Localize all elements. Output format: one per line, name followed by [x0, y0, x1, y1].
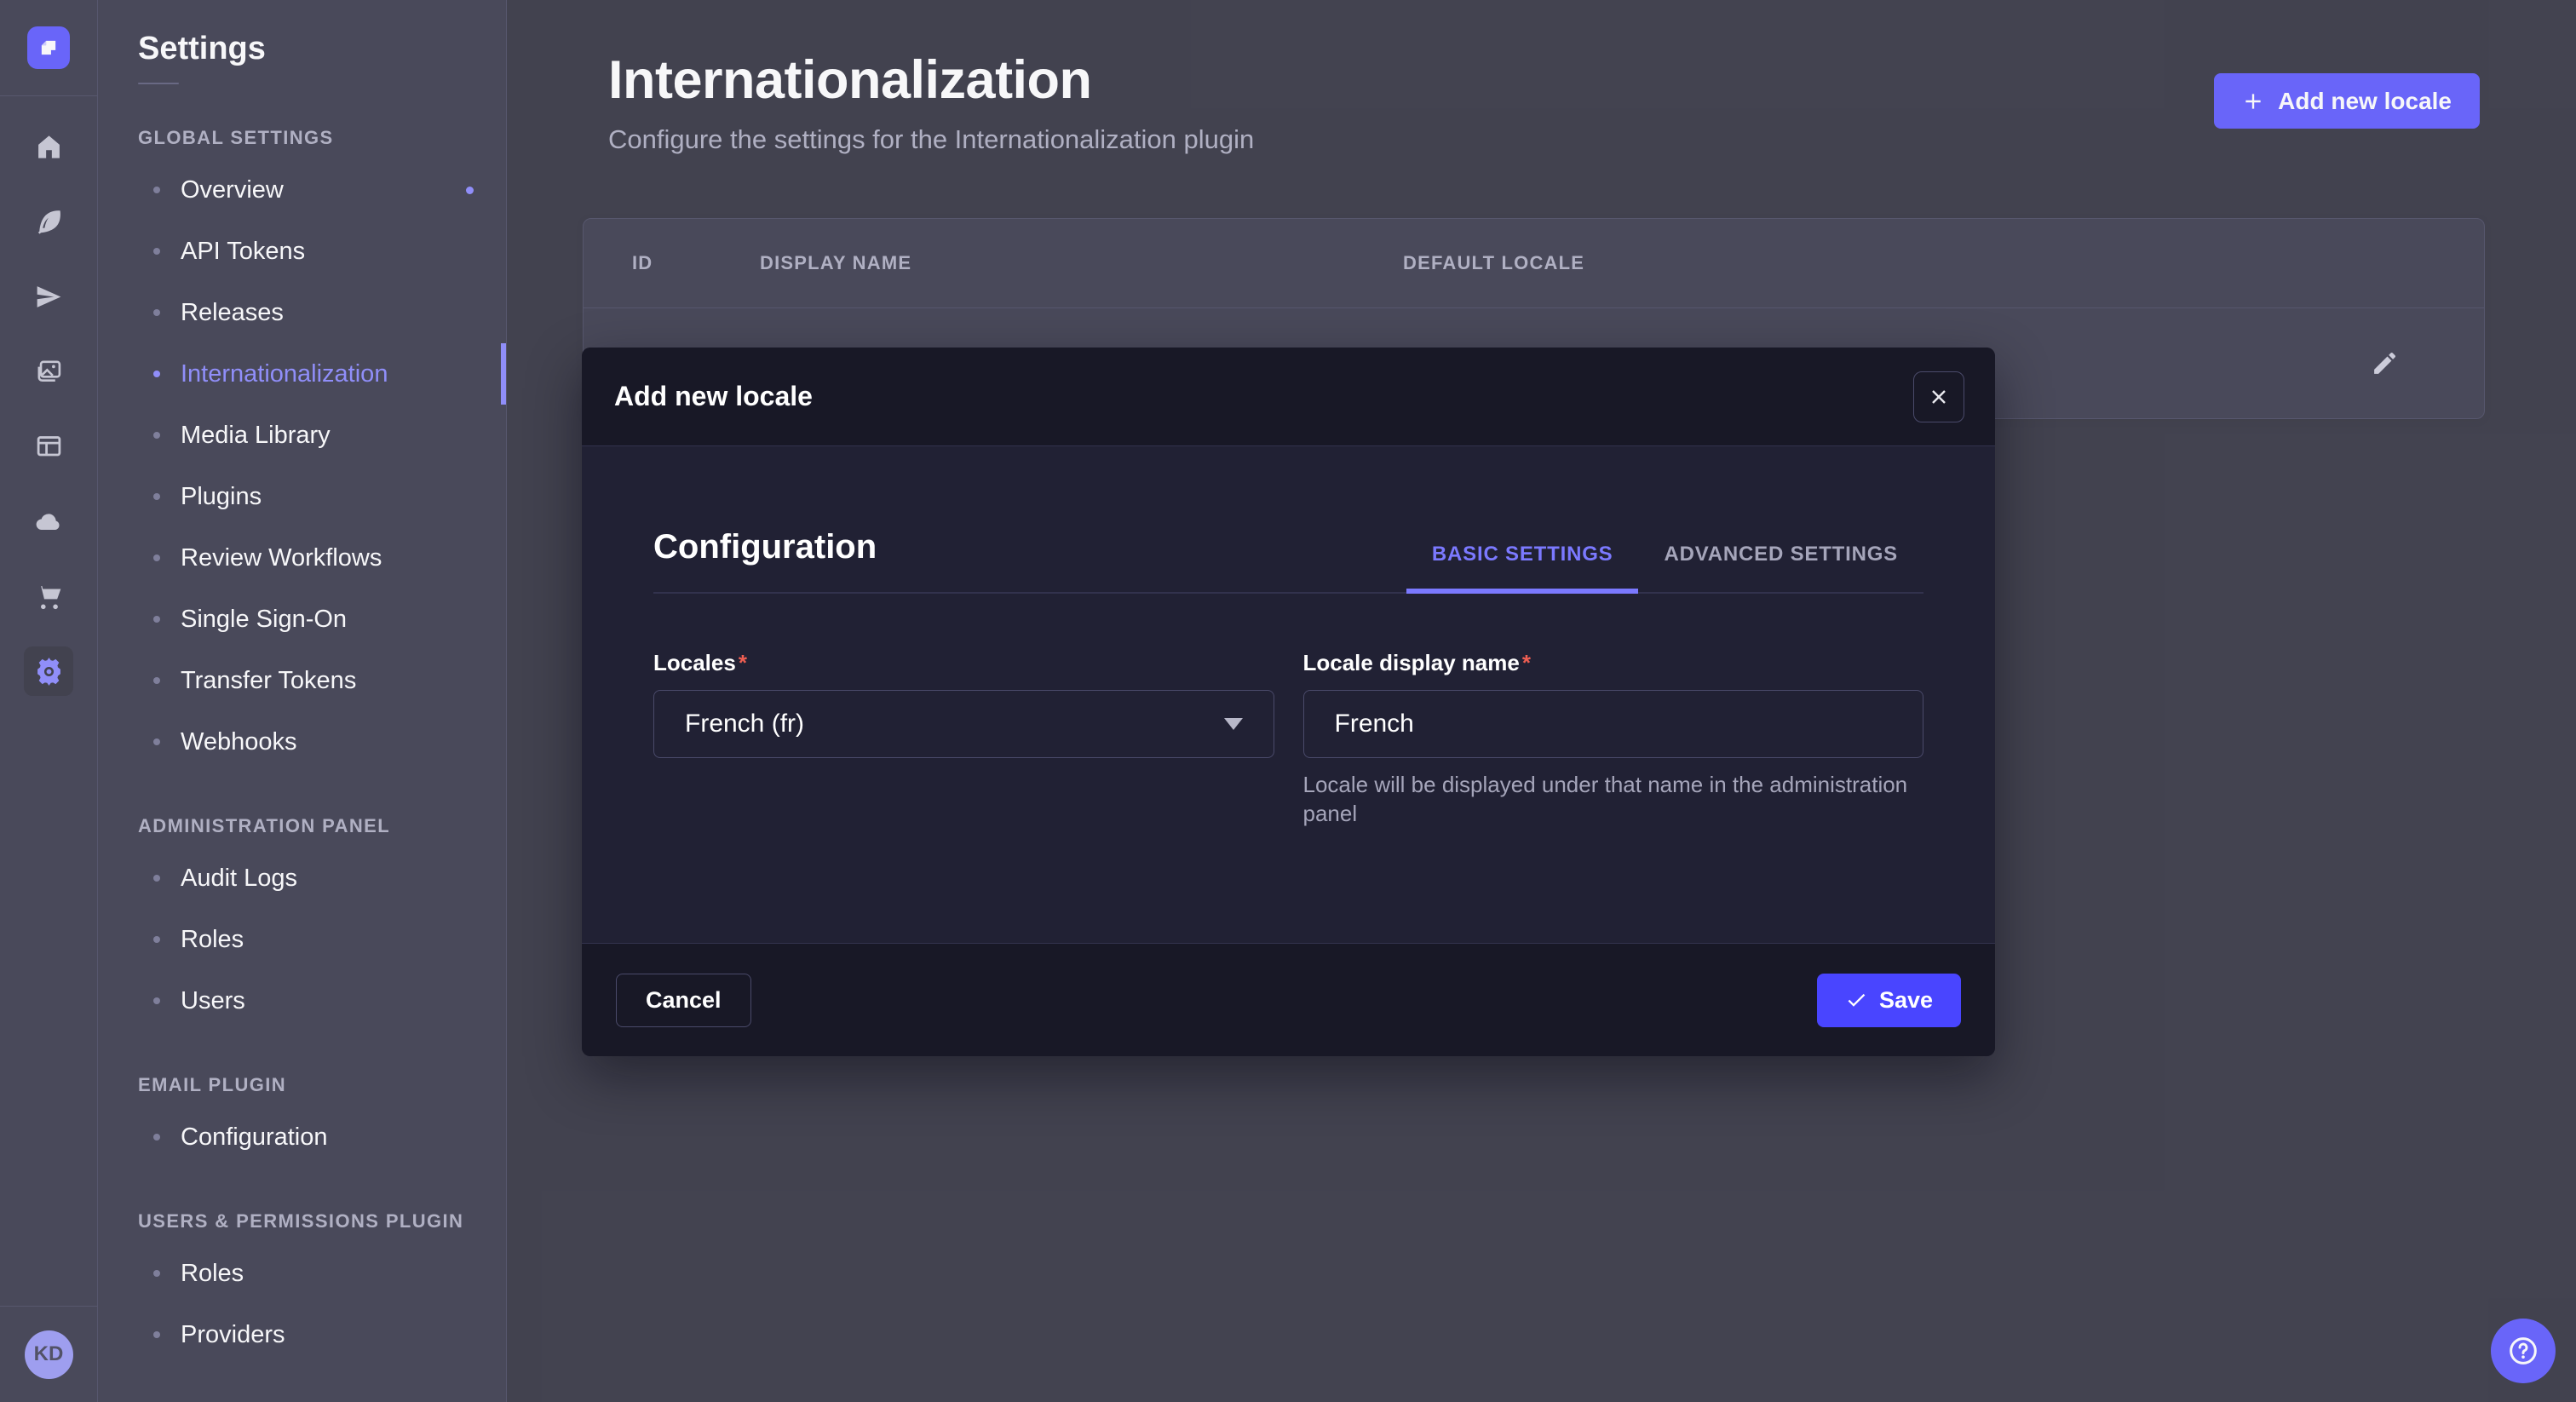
- tab-basic-settings[interactable]: BASIC SETTINGS: [1406, 543, 1639, 594]
- locales-field: Locales* French (fr): [653, 650, 1274, 829]
- save-button[interactable]: Save: [1817, 974, 1961, 1027]
- modal-close-button[interactable]: [1913, 371, 1964, 422]
- modal-body: Configuration BASIC SETTINGS ADVANCED SE…: [582, 446, 1995, 943]
- check-icon: [1845, 989, 1867, 1011]
- configuration-title: Configuration: [653, 528, 877, 566]
- modal-title: Add new locale: [614, 381, 813, 412]
- locales-select[interactable]: French (fr): [653, 690, 1274, 758]
- locale-form: Locales* French (fr) Locale display name…: [653, 650, 1923, 829]
- cancel-button[interactable]: Cancel: [616, 974, 751, 1027]
- required-asterisk: *: [1522, 650, 1531, 675]
- locales-select-value: French (fr): [685, 710, 804, 738]
- configuration-header-row: Configuration BASIC SETTINGS ADVANCED SE…: [653, 446, 1923, 594]
- display-name-label-text: Locale display name: [1303, 650, 1520, 675]
- settings-tabs: BASIC SETTINGS ADVANCED SETTINGS: [1406, 543, 1923, 592]
- locales-label-text: Locales: [653, 650, 736, 675]
- modal-header: Add new locale: [582, 348, 1995, 446]
- display-name-field: Locale display name* Locale will be disp…: [1303, 650, 1924, 829]
- save-label: Save: [1879, 987, 1933, 1014]
- add-locale-modal: Add new locale Configuration BASIC SETTI…: [582, 348, 1995, 1056]
- required-asterisk: *: [739, 650, 747, 675]
- chevron-down-icon: [1224, 718, 1243, 730]
- modal-footer: Cancel Save: [582, 943, 1995, 1056]
- locales-label: Locales*: [653, 650, 1274, 676]
- display-name-label: Locale display name*: [1303, 650, 1924, 676]
- close-icon: [1929, 387, 1949, 407]
- display-name-helper-text: Locale will be displayed under that name…: [1303, 770, 1924, 829]
- locale-display-name-input[interactable]: [1303, 690, 1924, 758]
- tab-advanced-settings[interactable]: ADVANCED SETTINGS: [1638, 543, 1923, 594]
